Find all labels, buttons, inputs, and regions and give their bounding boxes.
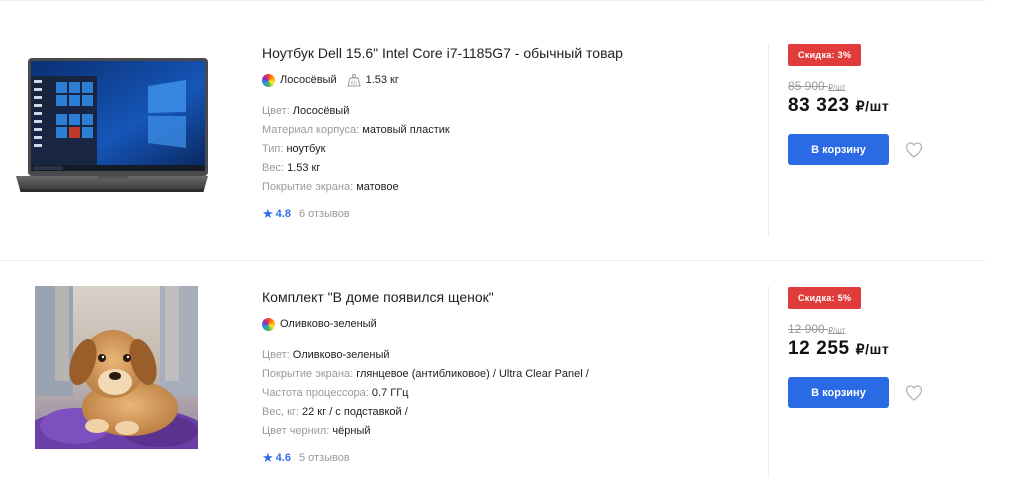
old-price-unit: ₽/шт xyxy=(828,326,846,335)
color-swatch-icon xyxy=(262,317,275,331)
spec-key: Цвет: xyxy=(262,349,293,361)
discount-badge: Скидка: 3% xyxy=(788,44,862,66)
heart-icon[interactable] xyxy=(905,141,923,158)
old-price-value: 85 900 xyxy=(788,79,825,93)
spec-list: Цвет: Оливково-зеленый Покрытие экрана: … xyxy=(262,346,589,441)
add-to-cart-button[interactable]: В корзину xyxy=(788,134,889,165)
product-meta: Лососёвый KG 1.53 кг xyxy=(262,72,623,88)
product-info: Комплект "В доме появился щенок" Оливков… xyxy=(262,288,589,466)
product-card: Ноутбук Dell 15.6" Intel Core i7-1185G7 … xyxy=(0,0,985,260)
spec-value: Оливково-зеленый xyxy=(292,349,390,361)
column-divider xyxy=(768,286,769,478)
spec-value: 1.53 кг xyxy=(287,162,321,174)
product-title[interactable]: Комплект "В доме появился щенок" xyxy=(262,288,589,306)
product-meta: Оливково-зеленый xyxy=(262,316,589,332)
actions: В корзину xyxy=(788,134,923,165)
spec-key: Тип: xyxy=(262,143,287,155)
rating-value: 4.6 xyxy=(275,452,291,464)
old-price-unit: ₽/шт xyxy=(828,83,846,92)
svg-text:KG: KG xyxy=(350,81,357,87)
spec-row: Цвет: Лососёвый xyxy=(262,102,623,121)
spec-value: глянцевое (антибликовое) / Ultra Clear P… xyxy=(356,368,589,380)
discount-badge: Скидка: 5% xyxy=(788,287,862,309)
rating-value: 4.8 xyxy=(275,208,291,220)
column-divider xyxy=(768,44,769,236)
spec-key: Цвет: xyxy=(262,105,293,117)
product-image-laptop[interactable] xyxy=(8,56,208,196)
spec-row: Цвет: Оливково-зеленый xyxy=(262,346,589,365)
spec-key: Вес, кг: xyxy=(262,406,303,418)
actions: В корзину xyxy=(788,377,923,408)
reviews-link[interactable]: 6 отзывов xyxy=(299,208,350,220)
rating: ★ 4.6 5 отзывов xyxy=(262,450,589,466)
current-price-value: 83 323 xyxy=(788,95,850,116)
weight-icon: KG xyxy=(346,73,361,87)
spec-row: Цвет чернил: чёрный xyxy=(262,422,589,441)
current-price-unit: ₽/шт xyxy=(855,341,890,357)
heart-icon[interactable] xyxy=(905,384,923,401)
spec-key: Вес: xyxy=(262,162,288,174)
product-card: Комплект "В доме появился щенок" Оливков… xyxy=(0,261,985,490)
spec-row: Покрытие экрана: глянцевое (антибликовое… xyxy=(262,365,589,384)
current-price-value: 12 255 xyxy=(788,338,850,359)
spec-row: Вес: 1.53 кг xyxy=(262,159,623,178)
spec-row: Материал корпуса: матовый пластик xyxy=(262,121,623,140)
spec-value: 22 кг / с подставкой / xyxy=(302,406,408,418)
spec-key: Частота процессора: xyxy=(262,387,372,399)
old-price: 85 900 ₽/шт xyxy=(788,79,923,93)
spec-key: Покрытие экрана: xyxy=(262,181,357,193)
old-price-value: 12 900 xyxy=(788,322,825,336)
add-to-cart-button[interactable]: В корзину xyxy=(788,377,889,408)
old-price: 12 900 ₽/шт xyxy=(788,322,923,336)
reviews-link[interactable]: 5 отзывов xyxy=(299,452,350,464)
spec-key: Покрытие экрана: xyxy=(262,368,357,380)
buy-box: Скидка: 3% 85 900 ₽/шт 83 323 ₽/шт В кор… xyxy=(788,44,923,165)
spec-key: Цвет чернил: xyxy=(262,425,333,437)
spec-value: Лососёвый xyxy=(292,105,350,117)
color-swatch-icon xyxy=(262,73,275,87)
spec-value: матовый пластик xyxy=(362,124,450,136)
current-price-unit: ₽/шт xyxy=(855,98,890,114)
weight-value: 1.53 кг xyxy=(365,74,399,86)
color-name: Лососёвый xyxy=(280,74,337,86)
current-price: 83 323 ₽/шт xyxy=(788,95,923,117)
spec-row: Частота процессора: 0.7 ГГц xyxy=(262,384,589,403)
star-icon: ★ xyxy=(262,450,274,465)
spec-value: матовое xyxy=(356,181,399,193)
rating: ★ 4.8 6 отзывов xyxy=(262,206,623,222)
color-name: Оливково-зеленый xyxy=(280,318,377,330)
current-price: 12 255 ₽/шт xyxy=(788,338,923,360)
product-info: Ноутбук Dell 15.6" Intel Core i7-1185G7 … xyxy=(262,44,623,222)
spec-value: ноутбук xyxy=(286,143,326,155)
spec-key: Материал корпуса: xyxy=(262,124,363,136)
spec-value: чёрный xyxy=(332,425,371,437)
buy-box: Скидка: 5% 12 900 ₽/шт 12 255 ₽/шт В кор… xyxy=(788,287,923,408)
spec-list: Цвет: Лососёвый Материал корпуса: матовы… xyxy=(262,102,623,197)
product-title[interactable]: Ноутбук Dell 15.6" Intel Core i7-1185G7 … xyxy=(262,44,623,62)
spec-row: Вес, кг: 22 кг / с подставкой / xyxy=(262,403,589,422)
product-image-puppy[interactable] xyxy=(35,286,198,449)
spec-row: Покрытие экрана: матовое xyxy=(262,178,623,197)
spec-value: 0.7 ГГц xyxy=(371,387,409,399)
star-icon: ★ xyxy=(262,206,274,221)
spec-row: Тип: ноутбук xyxy=(262,140,623,159)
